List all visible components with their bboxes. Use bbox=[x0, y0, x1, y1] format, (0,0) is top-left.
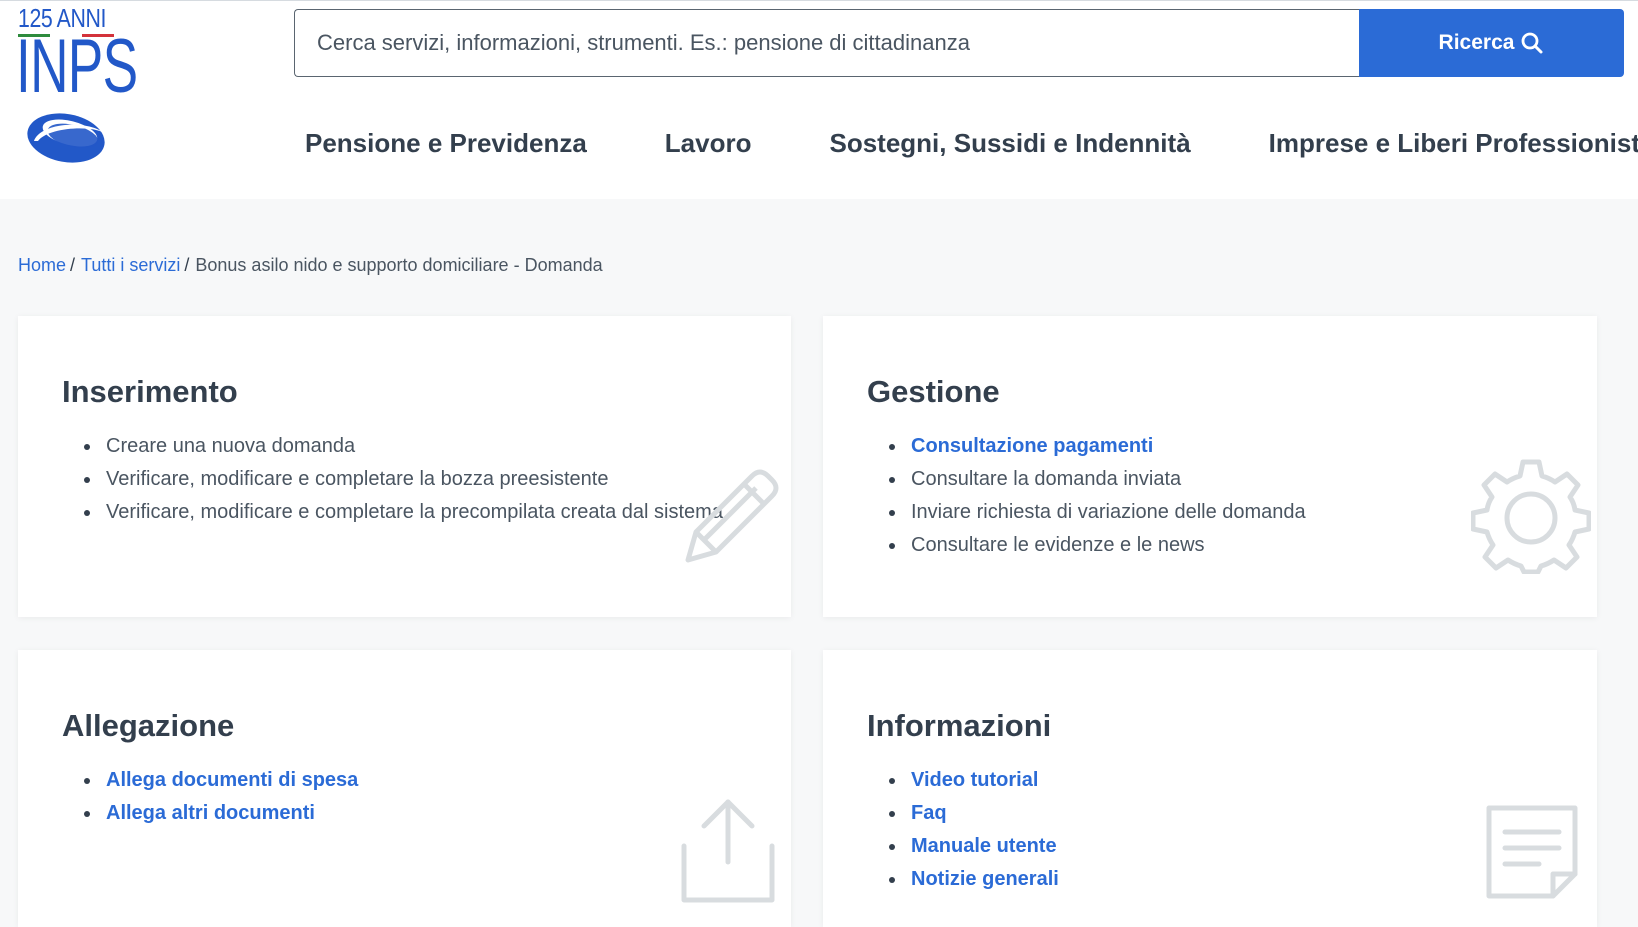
card-list: Video tutorial Faq Manuale utente Notizi… bbox=[889, 764, 1059, 896]
nav-item-pensione[interactable]: Pensione e Previdenza bbox=[305, 123, 587, 163]
inps-logo[interactable]: 125 ANNI INPS bbox=[16, 3, 138, 173]
list-item[interactable]: Allega altri documenti bbox=[83, 797, 358, 830]
list-item[interactable]: Creare una nuova domanda bbox=[84, 430, 723, 463]
upload-icon bbox=[681, 799, 775, 903]
card-title: Inserimento bbox=[62, 374, 238, 409]
breadcrumb-home[interactable]: Home bbox=[18, 255, 66, 276]
search-bar: Ricerca bbox=[294, 9, 1624, 77]
search-button-label: Ricerca bbox=[1438, 31, 1515, 54]
logo-ring-icon bbox=[27, 113, 105, 163]
list-item[interactable]: Notizie generali bbox=[889, 863, 1059, 896]
document-icon bbox=[1486, 805, 1578, 899]
search-button[interactable]: Ricerca bbox=[1359, 9, 1624, 77]
main-nav: Pensione e Previdenza Lavoro Sostegni, S… bbox=[305, 123, 1638, 163]
breadcrumb-separator: / bbox=[70, 255, 76, 275]
gear-icon bbox=[1471, 459, 1591, 574]
card-inserimento: Inserimento Creare una nuova domanda Ver… bbox=[18, 316, 791, 617]
search-icon bbox=[1522, 32, 1543, 54]
card-title: Informazioni bbox=[867, 708, 1052, 743]
nav-item-sostegni[interactable]: Sostegni, Sussidi e Indennità bbox=[829, 123, 1190, 163]
list-item[interactable]: Video tutorial bbox=[889, 764, 1059, 797]
card-list: Creare una nuova domanda Verificare, mod… bbox=[84, 430, 723, 529]
card-list: Allega documenti di spesa Allega altri d… bbox=[83, 764, 358, 830]
card-title: Gestione bbox=[867, 374, 1000, 409]
card-allegazione: Allegazione Allega documenti di spesa Al… bbox=[18, 650, 791, 927]
card-informazioni: Informazioni Video tutorial Faq Manuale … bbox=[823, 650, 1597, 927]
list-item[interactable]: Inviare richiesta di variazione delle do… bbox=[889, 496, 1306, 529]
list-item[interactable]: Manuale utente bbox=[889, 830, 1059, 863]
card-title: Allegazione bbox=[62, 708, 235, 743]
site-header: 125 ANNI INPS Ricerca Pensione e Previde… bbox=[0, 0, 1638, 199]
list-item[interactable]: Consultare le evidenze e le news bbox=[889, 529, 1306, 562]
list-item[interactable]: Consultazione pagamenti bbox=[889, 430, 1306, 463]
card-gestione: Gestione Consultazione pagamenti Consult… bbox=[823, 316, 1597, 617]
breadcrumb-separator: / bbox=[184, 255, 190, 275]
nav-item-lavoro[interactable]: Lavoro bbox=[665, 123, 752, 163]
nav-item-imprese[interactable]: Imprese e Liberi Professionisti bbox=[1269, 123, 1638, 163]
search-input[interactable] bbox=[294, 9, 1359, 77]
breadcrumb-current: Bonus asilo nido e supporto domiciliare … bbox=[195, 255, 603, 275]
list-item[interactable]: Verificare, modificare e completare la b… bbox=[84, 463, 723, 496]
logo-inps-text: INPS bbox=[16, 24, 138, 109]
list-item[interactable]: Faq bbox=[889, 797, 1059, 830]
list-item[interactable]: Verificare, modificare e completare la p… bbox=[84, 496, 723, 529]
breadcrumb-all-services[interactable]: Tutti i servizi bbox=[81, 255, 180, 276]
breadcrumb: Home / Tutti i servizi / Bonus asilo nid… bbox=[18, 255, 603, 276]
list-item[interactable]: Allega documenti di spesa bbox=[83, 764, 358, 797]
pencil-icon bbox=[685, 469, 779, 563]
card-list: Consultazione pagamenti Consultare la do… bbox=[889, 430, 1306, 562]
list-item[interactable]: Consultare la domanda inviata bbox=[889, 463, 1306, 496]
